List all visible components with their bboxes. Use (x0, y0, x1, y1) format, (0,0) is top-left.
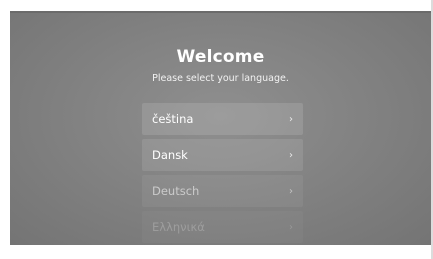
language-option-dansk[interactable]: Dansk › (142, 139, 303, 171)
language-option-deutsch[interactable]: Deutsch › (142, 175, 303, 207)
chevron-right-icon: › (289, 149, 293, 161)
language-label: Deutsch (152, 184, 200, 198)
language-label: Dansk (152, 148, 188, 162)
chevron-right-icon: › (289, 221, 293, 233)
language-label: Ελληνικά (152, 220, 205, 234)
page-subtitle: Please select your language. (152, 73, 289, 84)
chevron-right-icon: › (289, 185, 293, 197)
language-label: čeština (152, 112, 194, 126)
page-title: Welcome (176, 47, 265, 67)
language-option-cestina[interactable]: čeština › (142, 103, 303, 135)
welcome-screen: Welcome Please select your language. češ… (10, 11, 431, 245)
language-option-greek[interactable]: Ελληνικά › (142, 211, 303, 243)
chevron-right-icon: › (289, 113, 293, 125)
